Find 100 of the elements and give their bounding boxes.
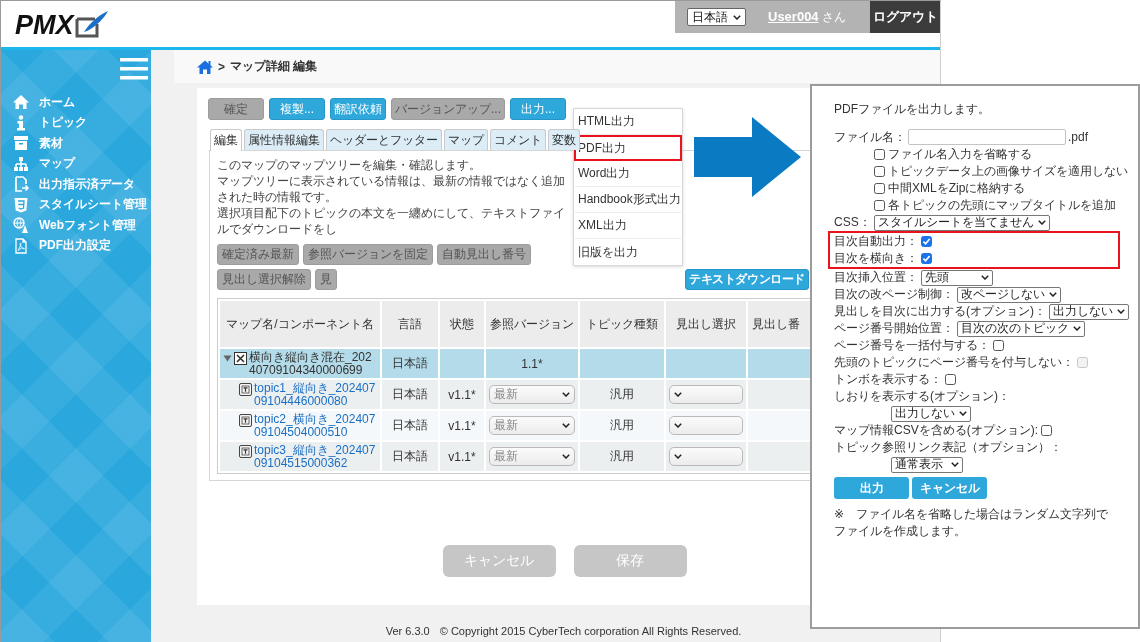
sidebar-item[interactable]: トピック bbox=[1, 112, 151, 133]
cancel-button[interactable]: キャンセル bbox=[912, 477, 987, 499]
checkbox[interactable] bbox=[993, 340, 1004, 351]
sidebar-item[interactable]: スタイルシート管理 bbox=[1, 194, 151, 215]
field-label: マップ情報CSVを含める(オプション): bbox=[834, 422, 1038, 439]
dropdown[interactable]: 改ページしない bbox=[957, 286, 1061, 303]
sidebar-item[interactable]: マップ bbox=[1, 153, 151, 174]
caret-icon bbox=[674, 454, 682, 459]
checkbox-label: ファイル名入力を省略する bbox=[888, 146, 1032, 163]
column-header: トピック種類 bbox=[580, 301, 664, 347]
tab[interactable]: コメント bbox=[490, 129, 546, 150]
checkbox[interactable] bbox=[921, 236, 932, 247]
checkbox[interactable] bbox=[874, 183, 885, 194]
sidebar-item[interactable]: Webフォント管理 bbox=[1, 215, 151, 236]
checkbox-label: トピックデータ上の画像サイズを適用しない bbox=[888, 163, 1128, 180]
sidebar-item[interactable]: PDF出力設定 bbox=[1, 235, 151, 256]
menu-item[interactable]: 旧版を出力 bbox=[575, 239, 681, 265]
table-cell: v1.1* bbox=[440, 442, 484, 471]
expand-triangle-icon[interactable] bbox=[223, 353, 232, 363]
caret-icon bbox=[1037, 220, 1046, 225]
checkbox[interactable] bbox=[874, 166, 885, 177]
field-label: ファイル名： bbox=[834, 128, 906, 146]
version-select[interactable]: 最新 bbox=[489, 447, 575, 466]
sidebar-item[interactable]: 出力指示済データ bbox=[1, 174, 151, 195]
dropdown[interactable]: 先頭 bbox=[921, 269, 993, 286]
tab[interactable]: 変数 bbox=[548, 129, 580, 150]
menu-icon[interactable] bbox=[120, 58, 148, 80]
shield-icon bbox=[13, 196, 29, 213]
caret-icon bbox=[951, 462, 959, 467]
caret-icon bbox=[959, 411, 967, 416]
dropdown[interactable]: 出力しない bbox=[891, 405, 971, 422]
menu-item[interactable]: Word出力 bbox=[575, 161, 681, 187]
app-logo: PMX bbox=[15, 10, 74, 40]
caret-icon bbox=[1117, 309, 1125, 314]
archive-box-icon bbox=[13, 135, 29, 152]
toolbar-button[interactable]: 複製... bbox=[269, 98, 325, 120]
map-name: 横向き縦向き混在_20240709104340000699 bbox=[249, 350, 373, 377]
globe-icon bbox=[13, 217, 29, 234]
tab[interactable]: 属性情報編集 bbox=[244, 129, 324, 150]
field-label: トピック参照リンク表記（オプション）： bbox=[834, 439, 1062, 456]
checkbox[interactable] bbox=[945, 374, 956, 385]
toolbar-button[interactable]: 出力... bbox=[510, 98, 566, 120]
menu-item[interactable]: Handbook形式出力 bbox=[575, 187, 681, 213]
checkbox[interactable] bbox=[1041, 425, 1052, 436]
dropdown[interactable]: スタイルシートを当てません bbox=[873, 214, 1050, 231]
field-label: 目次を横向き： bbox=[834, 250, 918, 267]
menu-item[interactable]: XML出力 bbox=[575, 213, 681, 239]
file-arrow-icon bbox=[13, 176, 29, 193]
toolbar-button[interactable]: テキストダウンロード bbox=[685, 269, 809, 290]
topic-link[interactable]: topic2_横向き_20240709104504000510 bbox=[254, 412, 377, 439]
user-link[interactable]: User004 bbox=[768, 8, 819, 24]
table-cell: 汎用 bbox=[580, 411, 664, 440]
version-select[interactable]: 最新 bbox=[489, 385, 575, 404]
intro-text: PDFファイルを出力します。 bbox=[834, 102, 990, 117]
table-cell: 日本語 bbox=[382, 442, 438, 471]
tab[interactable]: 編集 bbox=[210, 129, 242, 151]
table-cell: 汎用 bbox=[580, 442, 664, 471]
topic-link[interactable]: topic3_縦向き_20240709104515000362 bbox=[254, 443, 377, 470]
breadcrumb-current: マップ詳細 編集 bbox=[230, 58, 318, 75]
note-text: ※ ファイル名を省略した場合はランダム文字列でファイルを作成します。 bbox=[834, 506, 1110, 540]
field-label: 目次自動出力： bbox=[834, 233, 918, 250]
dropdown[interactable]: 目次の次のトピック bbox=[957, 320, 1085, 337]
caret-icon bbox=[1073, 326, 1081, 331]
tab[interactable]: ヘッダーとフッター bbox=[326, 129, 442, 150]
menu-item[interactable]: HTML出力 bbox=[575, 109, 681, 135]
home-icon[interactable] bbox=[197, 59, 213, 74]
logout-button[interactable]: ログアウト bbox=[870, 1, 940, 33]
field-label: ページ番号開始位置： bbox=[834, 320, 954, 337]
toolbar-button[interactable]: 翻訳依頼 bbox=[330, 98, 386, 120]
description-text: このマップのマップツリーを編集・確認します。 bbox=[217, 157, 481, 173]
version-select[interactable]: 最新 bbox=[489, 416, 575, 435]
caret-icon bbox=[562, 454, 570, 459]
dropdown[interactable]: 出力しない bbox=[1049, 303, 1129, 320]
checkbox[interactable] bbox=[874, 200, 885, 211]
home-icon bbox=[13, 94, 29, 111]
export-button[interactable]: 出力 bbox=[834, 477, 909, 499]
dropdown[interactable]: 通常表示 bbox=[891, 456, 963, 473]
sitemap-icon bbox=[13, 155, 29, 172]
column-header: 参照バージョン bbox=[486, 301, 578, 347]
table-cell: 日本語 bbox=[382, 411, 438, 440]
table-cell: 日本語 bbox=[382, 380, 438, 409]
filename-field[interactable] bbox=[908, 129, 1066, 145]
column-header: 状態 bbox=[440, 301, 484, 347]
sidebar-item[interactable]: ホーム bbox=[1, 92, 151, 113]
language-select[interactable]: 日本語 bbox=[687, 8, 746, 26]
topic-link[interactable]: topic1_縦向き_20240709104446000080 bbox=[254, 381, 377, 408]
caret-icon bbox=[1049, 292, 1057, 297]
field-label: 先頭のトピックにページ番号を付与しない： bbox=[834, 354, 1074, 371]
column-header: 見出し選択 bbox=[666, 301, 746, 347]
checkbox[interactable] bbox=[874, 149, 885, 160]
caret-icon bbox=[562, 423, 570, 428]
field-label: トンボを表示する： bbox=[834, 371, 942, 388]
field-label: 目次の改ページ制御： bbox=[834, 286, 954, 303]
extension-text: .pdf bbox=[1068, 130, 1088, 144]
sidebar-item[interactable]: 素材 bbox=[1, 133, 151, 154]
checkbox[interactable] bbox=[921, 253, 932, 264]
user-suffix: さん bbox=[821, 8, 846, 26]
tab[interactable]: マップ bbox=[444, 129, 488, 150]
field-label: 目次挿入位置： bbox=[834, 269, 918, 286]
description-text: 選択項目配下のトピックの本文を一纏めにして、テキストファイルでダウンロードをし bbox=[217, 205, 566, 237]
